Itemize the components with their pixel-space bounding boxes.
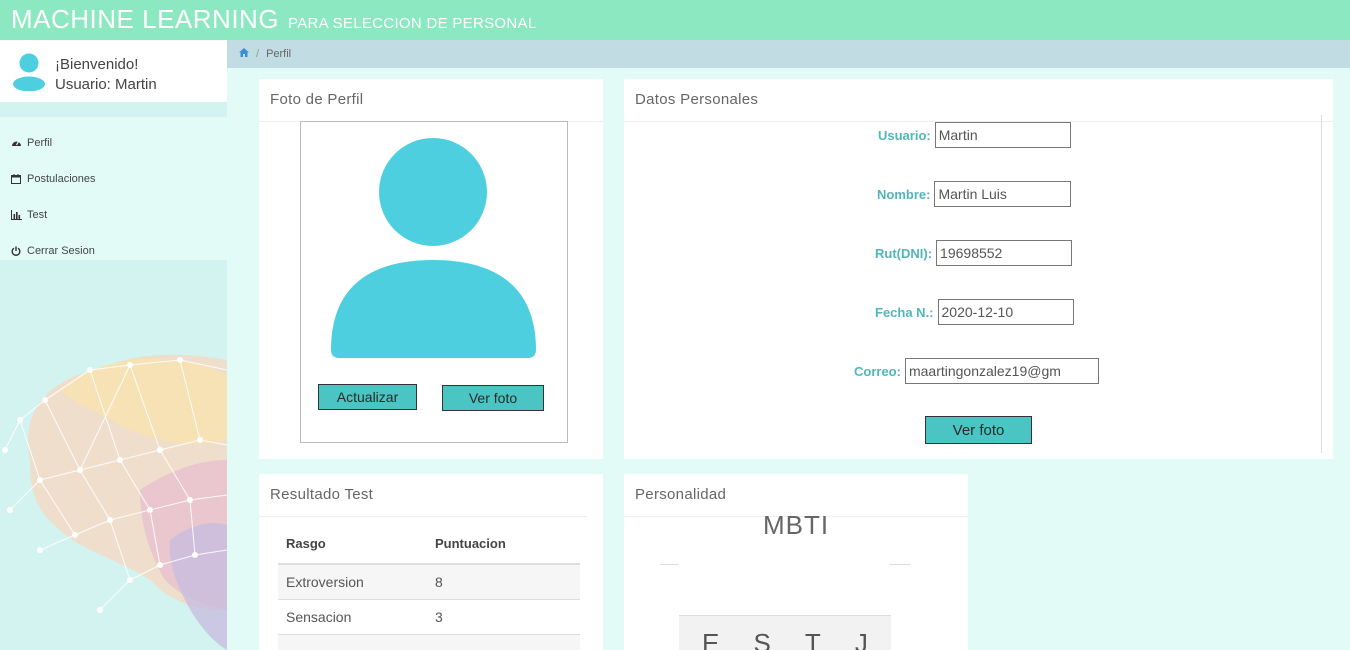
divider	[890, 564, 910, 565]
welcome-text: ¡Bienvenido!	[55, 56, 139, 73]
fecha-input[interactable]: 2020-12-10	[937, 299, 1074, 325]
sidebar-item-label: Postulaciones	[27, 173, 96, 185]
view-photo-button[interactable]: Ver foto	[442, 385, 544, 411]
sidebar-item-test[interactable]: Test	[0, 197, 227, 233]
mbti-letters: E S T J	[679, 615, 891, 650]
field-usuario: Usuario: Martin	[878, 122, 1071, 148]
mbti-letter: T	[804, 628, 821, 650]
score-cell: 8	[435, 574, 443, 590]
breadcrumb: / Perfil	[227, 40, 1350, 68]
sidebar-menu: Perfil Postulaciones Test Cerrar Sesion	[0, 117, 227, 260]
divider	[660, 564, 678, 565]
dashboard-icon	[10, 137, 22, 149]
personal-data-card: Datos Personales Usuario: Martin Nombre:…	[624, 79, 1333, 459]
card-title: Datos Personales	[635, 91, 759, 108]
usuario-input[interactable]: Martin	[934, 122, 1071, 148]
sidebar-item-postulaciones[interactable]: Postulaciones	[0, 161, 227, 197]
sidebar-item-perfil[interactable]: Perfil	[0, 125, 227, 161]
top-bar: MACHINE LEARNING PARA SELECCION DE PERSO…	[0, 0, 1350, 40]
table-row: Extroversion 8	[278, 565, 580, 600]
update-photo-button[interactable]: Actualizar	[318, 384, 417, 410]
field-label: Nombre:	[877, 186, 931, 202]
home-icon[interactable]	[239, 48, 249, 60]
sidebar-item-label: Cerrar Sesion	[27, 245, 95, 257]
breadcrumb-separator: /	[256, 48, 260, 60]
profile-photo-card: Foto de Perfil Actualizar Ver foto	[259, 79, 603, 459]
table-row	[278, 635, 580, 650]
table-header: Rasgo Puntuacion	[278, 524, 580, 565]
view-photo-button-2[interactable]: Ver foto	[925, 416, 1032, 444]
results-table: Rasgo Puntuacion Extroversion 8 Sensacio…	[278, 524, 580, 650]
user-avatar-icon	[13, 53, 45, 91]
score-cell: 3	[435, 609, 443, 625]
field-fecha: Fecha N.: 2020-12-10	[875, 299, 1074, 325]
bar-chart-icon	[10, 209, 22, 221]
scrollbar-track[interactable]	[1321, 115, 1322, 453]
mbti-letter: E	[702, 628, 720, 650]
sidebar-item-label: Perfil	[27, 137, 53, 149]
card-title: Personalidad	[635, 486, 727, 503]
field-nombre: Nombre: Martin Luis	[877, 181, 1072, 207]
mbti-letter: S	[753, 628, 771, 650]
breadcrumb-current: Perfil	[266, 48, 292, 60]
app-title: MACHINE LEARNING	[11, 4, 280, 34]
correo-input[interactable]: maartingonzalez19@gm	[904, 358, 1099, 384]
user-panel: ¡Bienvenido! Usuario: Martin	[0, 40, 227, 102]
field-label: Usuario:	[878, 127, 931, 143]
column-header-puntuacion: Puntuacion	[435, 536, 506, 551]
column-header-rasgo: Rasgo	[286, 536, 326, 551]
test-results-card: Resultado Test Rasgo Puntuacion Extrover…	[259, 474, 603, 650]
mbti-title: MBTI	[762, 510, 830, 540]
mbti-letter: J	[854, 628, 868, 650]
brain-network-illustration	[2, 354, 227, 650]
trait-cell: Extroversion	[286, 574, 364, 590]
field-label: Correo:	[854, 363, 901, 379]
trait-cell: Sensacion	[286, 609, 352, 625]
field-correo: Correo: maartingonzalez19@gm	[854, 358, 1099, 384]
user-greeting: ¡Bienvenido! Usuario: Martin	[55, 55, 157, 95]
power-icon	[10, 245, 22, 257]
divider	[259, 516, 587, 517]
calendar-icon	[10, 173, 22, 185]
card-title: Foto de Perfil	[270, 91, 364, 108]
field-label: Rut(DNI):	[875, 245, 933, 261]
sidebar: ¡Bienvenido! Usuario: Martin Perfil Post…	[0, 40, 227, 650]
app-subtitle: PARA SELECCION DE PERSONAL	[288, 15, 537, 32]
personality-card: Personalidad MBTI E S T J	[624, 474, 968, 650]
field-rut: Rut(DNI): 19698552	[875, 240, 1073, 266]
sidebar-item-cerrar-sesion[interactable]: Cerrar Sesion	[0, 233, 227, 269]
user-name-text: Usuario: Martin	[55, 76, 157, 93]
card-title: Resultado Test	[270, 486, 374, 503]
nombre-input[interactable]: Martin Luis	[934, 181, 1072, 207]
sidebar-item-label: Test	[27, 209, 48, 221]
table-row: Sensacion 3	[278, 600, 580, 635]
rut-input[interactable]: 19698552	[936, 240, 1073, 266]
field-label: Fecha N.:	[875, 304, 934, 320]
